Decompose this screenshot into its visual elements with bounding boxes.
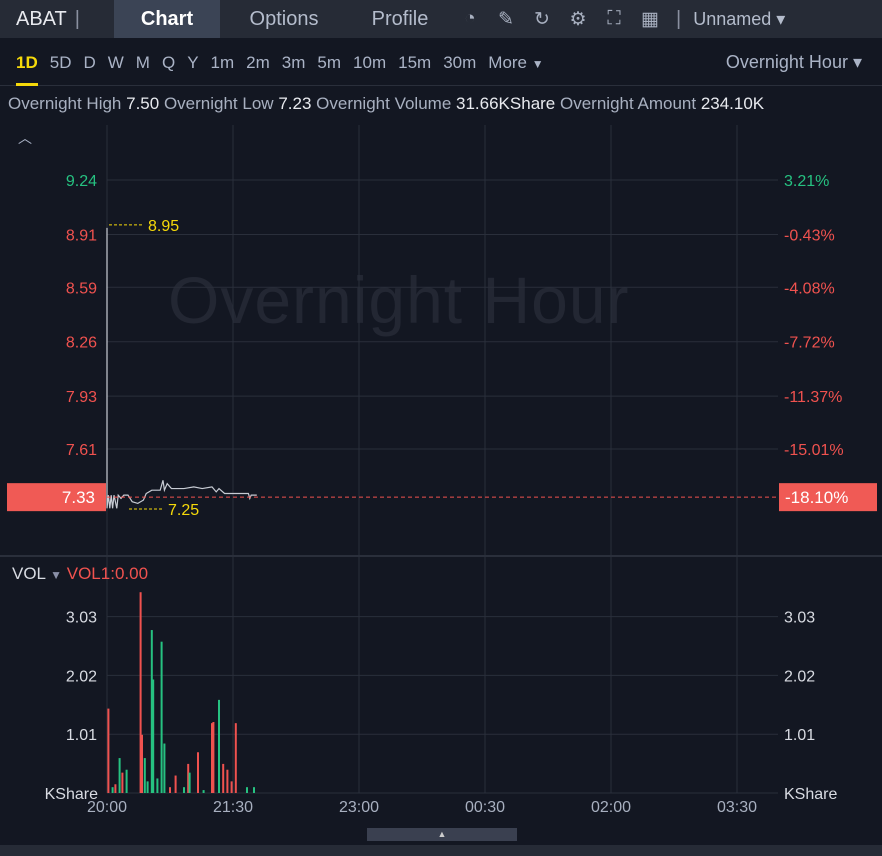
- x-tick-label: 03:30: [717, 799, 757, 816]
- price-line: [106, 227, 257, 509]
- volume-tick-label-right: 2.02: [784, 668, 815, 685]
- percent-tick-label: 3.21%: [784, 173, 829, 190]
- volume-bar: [146, 781, 149, 793]
- volume-tick-label: 1.01: [66, 727, 97, 744]
- percent-tick-label: -0.43%: [784, 227, 835, 244]
- volume-indicator-select[interactable]: VOL ▼ VOL1:0.00: [12, 564, 148, 584]
- volume-tick-label: 2.02: [66, 668, 97, 685]
- volume-unit-label-right: KShare: [784, 786, 837, 803]
- volume-bar: [107, 708, 110, 793]
- volume-bar: [111, 787, 114, 793]
- volume-bar: [174, 775, 177, 793]
- price-tick-label: 7.61: [66, 442, 97, 459]
- volume-bar: [143, 758, 146, 793]
- volume-bar: [152, 679, 155, 793]
- bottom-bar: [0, 845, 882, 856]
- x-tick-label: 02:00: [591, 799, 631, 816]
- volume-bar: [163, 743, 166, 793]
- percent-tick-label: -11.37%: [784, 389, 842, 406]
- price-tick-label: 9.24: [66, 173, 97, 190]
- volume-bar: [218, 699, 220, 793]
- price-tick-label: 8.26: [66, 335, 97, 352]
- volume-bar: [202, 790, 205, 793]
- volume-bar: [183, 787, 185, 793]
- volume-bar: [118, 758, 121, 793]
- volume-bar: [253, 787, 255, 793]
- volume-bar: [169, 787, 171, 793]
- current-change-label: -18.10%: [785, 488, 848, 507]
- volume-tick-label-right: 1.01: [784, 727, 815, 744]
- min-price-label: 7.25: [168, 502, 199, 519]
- volume-bar: [234, 723, 237, 793]
- volume-bar: [125, 769, 128, 793]
- volume-tick-label-right: 3.03: [784, 610, 815, 627]
- x-tick-label: 23:00: [339, 799, 379, 816]
- percent-tick-label: -7.72%: [784, 335, 835, 352]
- price-tick-label: 8.91: [66, 227, 97, 244]
- volume-bar: [188, 772, 191, 793]
- volume-bar: [141, 734, 143, 793]
- percent-tick-label: -15.01%: [784, 442, 844, 459]
- volume-bar: [156, 778, 159, 793]
- volume-bar: [230, 781, 233, 793]
- volume-bar: [197, 752, 199, 793]
- panel-resize-handle[interactable]: ▲: [367, 828, 517, 841]
- x-tick-label: 00:30: [465, 799, 505, 816]
- volume-tick-label: 3.03: [66, 610, 97, 627]
- price-volume-chart[interactable]: 20:00 21:30 23:00 00:30 02:00 03:309.24 3.21%8…: [0, 0, 882, 856]
- max-price-label: 8.95: [148, 218, 179, 235]
- volume-bar: [114, 784, 117, 793]
- volume-bar: [222, 763, 225, 793]
- percent-tick-label: -4.08%: [784, 280, 835, 297]
- volume-bar: [246, 787, 248, 793]
- price-tick-label: 7.93: [66, 389, 97, 406]
- volume-bar: [226, 769, 229, 793]
- volume-unit-label: KShare: [45, 786, 98, 803]
- x-tick-label: 21:30: [213, 799, 253, 816]
- current-price-label: 7.33: [62, 488, 95, 507]
- price-tick-label: 8.59: [66, 280, 97, 297]
- volume-bar: [212, 721, 215, 793]
- volume-bar: [121, 772, 124, 793]
- volume-bar: [160, 641, 163, 793]
